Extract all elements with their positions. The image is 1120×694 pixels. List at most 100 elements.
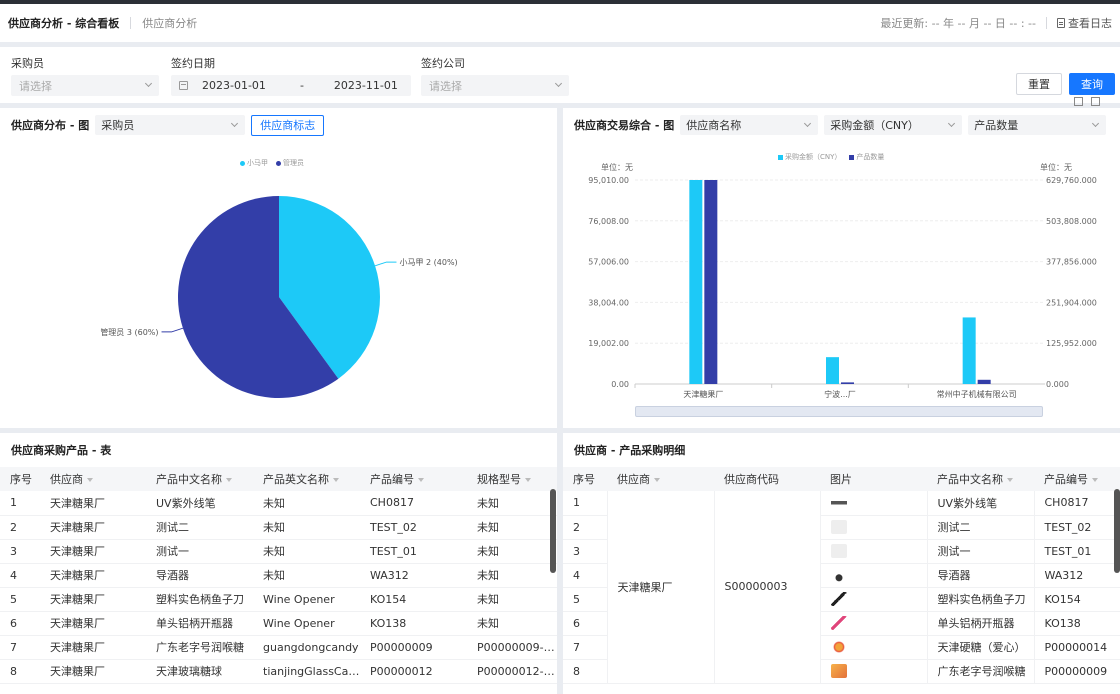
- column-header-label: 序号: [573, 473, 595, 486]
- bar-metric1-select[interactable]: 采购金额（CNY）: [824, 115, 963, 135]
- table-cell: P00000012-01: [467, 659, 557, 684]
- y-right-tick-label: 629,760.000: [1046, 176, 1097, 185]
- table-cell: P00000009: [1034, 659, 1120, 684]
- detail-table-scrollbar[interactable]: [1114, 489, 1120, 573]
- table-row[interactable]: 4 天津糖果厂 导酒器 未知 WA312 未知: [0, 563, 557, 588]
- column-header[interactable]: 产品中文名称: [146, 467, 253, 491]
- knife-image[interactable]: [830, 592, 847, 606]
- column-header: 序号: [0, 467, 40, 491]
- header-divider-right: [1046, 17, 1047, 29]
- table-cell: 3: [563, 539, 607, 564]
- table-cell: 天津糖果厂: [40, 635, 146, 660]
- date-end[interactable]: 2023-11-01: [334, 79, 398, 92]
- date-label: 签约日期: [171, 57, 215, 70]
- column-header[interactable]: 供应商: [607, 467, 714, 491]
- column-header[interactable]: 供应商: [40, 467, 146, 491]
- y-right-tick-label: 503,808.000: [1046, 217, 1097, 226]
- company-select[interactable]: 请选择: [421, 75, 569, 96]
- bar-1-1[interactable]: [841, 382, 854, 384]
- table-row[interactable]: 2 天津糖果厂 测试二 未知 TEST_02 未知: [0, 515, 557, 540]
- fullscreen-icon[interactable]: [1074, 97, 1083, 106]
- view-log-button[interactable]: 查看日志: [1057, 15, 1112, 31]
- table-row[interactable]: 5 天津糖果厂 塑料实色柄鱼子刀 Wine Opener KO154 未知: [0, 587, 557, 612]
- table-cell: 单头铝柄开瓶器: [146, 611, 253, 636]
- table-row[interactable]: 7 天津糖果厂 广东老字号润喉糖 guangdongcandy P00000009 P00…: [0, 635, 557, 660]
- candy-image[interactable]: [830, 640, 847, 654]
- bar-0-2[interactable]: [962, 317, 976, 384]
- bar-dimension-select[interactable]: 供应商名称: [680, 115, 819, 135]
- products-table: 序号 供应商 产品中文名称 产品英文名称 产品编号 规格型号 1 天津糖果厂 UV紫外线笔 未知…: [0, 467, 557, 684]
- company-placeholder: 请选择: [429, 79, 462, 93]
- table-cell: 1: [563, 491, 607, 516]
- chevron-down-icon: [1092, 119, 1100, 128]
- column-header[interactable]: 产品编号: [1034, 467, 1120, 491]
- pie-dimension-select[interactable]: 采购员: [95, 115, 246, 135]
- blank-image[interactable]: [830, 520, 847, 534]
- table-cell: 未知: [253, 491, 360, 516]
- sort-icon[interactable]: [525, 478, 531, 482]
- bar-1-0[interactable]: [704, 180, 718, 384]
- table-row[interactable]: 1 天津糖果厂 UV紫外线笔 未知 CH0817 未知: [0, 491, 557, 516]
- table-cell: guangdongcandy: [253, 635, 360, 660]
- detail-table-header: 供应商 - 产品采购明细: [563, 433, 1120, 467]
- chart-zoom-slider[interactable]: [635, 406, 1043, 417]
- date-range-picker[interactable]: 2023-01-01 - 2023-11-01: [171, 75, 411, 96]
- image-cell: [820, 611, 928, 636]
- breadcrumb[interactable]: 供应商分析: [142, 15, 197, 31]
- table-cell: 5: [0, 587, 40, 612]
- table-row[interactable]: 1 天津糖果厂 S00000003 UV紫外线笔 CH0817: [563, 491, 1120, 684]
- table-header-row: 序号 供应商 产品中文名称 产品英文名称 产品编号 规格型号: [0, 467, 557, 491]
- candy-box-image[interactable]: [830, 664, 847, 678]
- table-cell: 天津玻璃糖球: [146, 659, 253, 684]
- column-header[interactable]: 产品中文名称: [927, 467, 1034, 491]
- table-cell: tianjingGlassCand...: [253, 659, 360, 684]
- column-header-label: 产品编号: [1044, 473, 1088, 486]
- column-header[interactable]: 规格型号: [467, 467, 557, 491]
- supplier-flag-button[interactable]: 供应商标志: [251, 114, 325, 136]
- pourer-image[interactable]: [830, 568, 847, 582]
- table-cell: WA312: [360, 563, 467, 588]
- sort-icon[interactable]: [1092, 478, 1098, 482]
- table-row[interactable]: 8天津糖果厂天津玻璃糖球tianjingGlassCand...P0000001…: [0, 659, 557, 684]
- export-icon[interactable]: [1091, 97, 1100, 106]
- chevron-down-icon: [554, 79, 563, 88]
- table-cell: P00000014: [1034, 635, 1120, 660]
- table-cell: 测试二: [927, 515, 1035, 540]
- y-left-tick-label: 95,010.00: [588, 176, 629, 185]
- view-log-label: 查看日志: [1068, 17, 1112, 30]
- company-filter: 签约公司 请选择: [421, 55, 569, 96]
- date-start[interactable]: 2023-01-01: [202, 79, 266, 92]
- sort-icon[interactable]: [226, 478, 232, 482]
- sort-icon[interactable]: [418, 478, 424, 482]
- table-cell: 7: [0, 635, 40, 660]
- pen-image[interactable]: [830, 495, 847, 510]
- sort-icon[interactable]: [87, 478, 93, 482]
- image-cell: [820, 515, 928, 540]
- column-header[interactable]: 产品编号: [360, 467, 467, 491]
- image-cell: [820, 539, 928, 564]
- header-right: 最近更新: -- 年 -- 月 -- 日 -- : -- 查看日志: [880, 15, 1112, 31]
- sort-icon[interactable]: [1007, 478, 1013, 482]
- sort-icon[interactable]: [333, 478, 339, 482]
- table-cell: 塑料实色柄鱼子刀: [146, 587, 253, 612]
- column-header[interactable]: 产品英文名称: [253, 467, 360, 491]
- blank-image[interactable]: [830, 544, 847, 558]
- table-header-row: 序号 供应商 供应商代码 图片 产品中文名称 产品编号: [563, 467, 1120, 491]
- column-header-label: 序号: [10, 473, 32, 486]
- products-table-scrollbar[interactable]: [550, 489, 556, 573]
- sort-icon[interactable]: [654, 478, 660, 482]
- table-row[interactable]: 6 天津糖果厂 单头铝柄开瓶器 Wine Opener KO138 未知: [0, 611, 557, 636]
- table-row[interactable]: 3 天津糖果厂 测试一 未知 TEST_01 未知: [0, 539, 557, 564]
- column-header-label: 供应商: [50, 473, 83, 486]
- bar-0-1[interactable]: [826, 357, 839, 384]
- buyer-select[interactable]: 请选择: [11, 75, 159, 96]
- opener-image[interactable]: [830, 616, 847, 630]
- buyer-label: 采购员: [11, 57, 44, 70]
- table-cell: CH0817: [360, 491, 467, 516]
- bar-0-0[interactable]: [689, 180, 703, 384]
- bar-1-2[interactable]: [977, 379, 991, 384]
- bar-metric2-select[interactable]: 产品数量: [968, 115, 1107, 135]
- table-cell: P00000009-01: [467, 635, 557, 660]
- query-button[interactable]: 查询: [1069, 73, 1115, 95]
- reset-button[interactable]: 重置: [1016, 73, 1062, 95]
